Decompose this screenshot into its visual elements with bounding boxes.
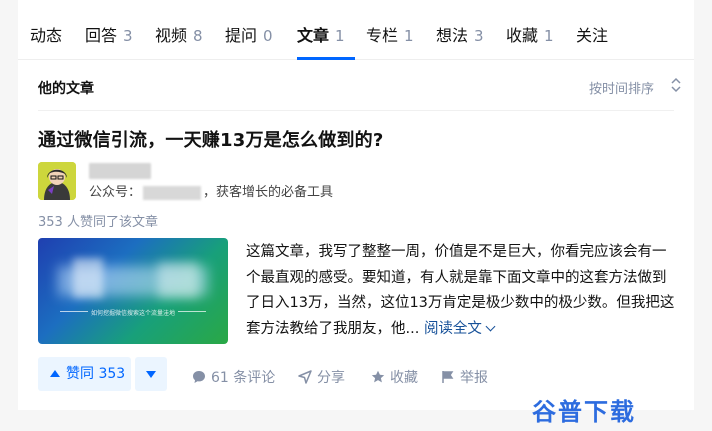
author-name-redacted[interactable] — [89, 163, 151, 179]
sort-arrows-icon[interactable] — [670, 76, 682, 94]
comment-icon — [193, 371, 205, 383]
tab-columns[interactable]: 专栏 1 — [366, 22, 414, 46]
tab-activity[interactable]: 动态 — [30, 22, 62, 46]
section-title: 他的文章 — [38, 81, 94, 97]
cover-caption: 如何挖掘微信搜索这个流量洼地 — [90, 310, 175, 317]
active-tab-indicator — [297, 57, 355, 60]
profile-card: 动态 回答 3 视频 8 提问 0 文章 1 专栏 1 想法 3 收藏 1 关注 他的文章 按… — [18, 0, 694, 410]
divider — [38, 110, 674, 111]
tab-answers[interactable]: 回答 3 — [85, 22, 133, 46]
downvote-button[interactable] — [135, 357, 167, 391]
author-avatar[interactable] — [38, 162, 76, 200]
arrow-up-icon — [50, 370, 60, 377]
upvote-button[interactable]: 赞同 353 — [38, 357, 131, 391]
article-excerpt[interactable]: 这篇文章，我写了整整一周，价值是不是巨大，你看完应该会有一个最直观的感受。要知道… — [246, 240, 678, 342]
tab-articles[interactable]: 文章 1 — [297, 22, 345, 46]
share-icon — [298, 370, 312, 384]
account-name-redacted — [143, 185, 202, 200]
tab-thoughts[interactable]: 想法 3 — [436, 22, 484, 46]
profile-tabs: 动态 回答 3 视频 8 提问 0 文章 1 专栏 1 想法 3 收藏 1 关注 — [18, 0, 694, 60]
star-icon — [371, 370, 385, 383]
author-headline: 公众号： ，获客增长的必备工具 — [89, 185, 334, 200]
comments-button[interactable]: 61 条评论 — [192, 367, 275, 387]
favorite-button[interactable]: 收藏 — [371, 367, 418, 387]
tab-videos[interactable]: 视频 8 — [155, 22, 203, 46]
article-title[interactable]: 通过微信引流，一天赚13万是怎么做到的? — [38, 126, 384, 152]
flag-icon — [442, 371, 454, 383]
tab-following[interactable]: 关注 — [576, 22, 608, 46]
arrow-down-icon — [146, 371, 156, 378]
sort-selector[interactable]: 按时间排序 — [589, 78, 654, 97]
watermark-logo: 谷普下载 — [532, 398, 636, 426]
article-cover-image[interactable]: 如何挖掘微信搜索这个流量洼地 — [38, 238, 228, 344]
tab-collections[interactable]: 收藏 1 — [506, 22, 554, 46]
chevron-down-icon — [485, 321, 496, 331]
read-more-link[interactable]: 阅读全文 — [424, 321, 496, 337]
share-button[interactable]: 分享 — [298, 367, 345, 387]
tab-questions[interactable]: 提问 0 — [225, 22, 273, 46]
report-button[interactable]: 举报 — [441, 367, 488, 387]
upvote-summary: 353 人赞同了该文章 — [38, 215, 158, 230]
